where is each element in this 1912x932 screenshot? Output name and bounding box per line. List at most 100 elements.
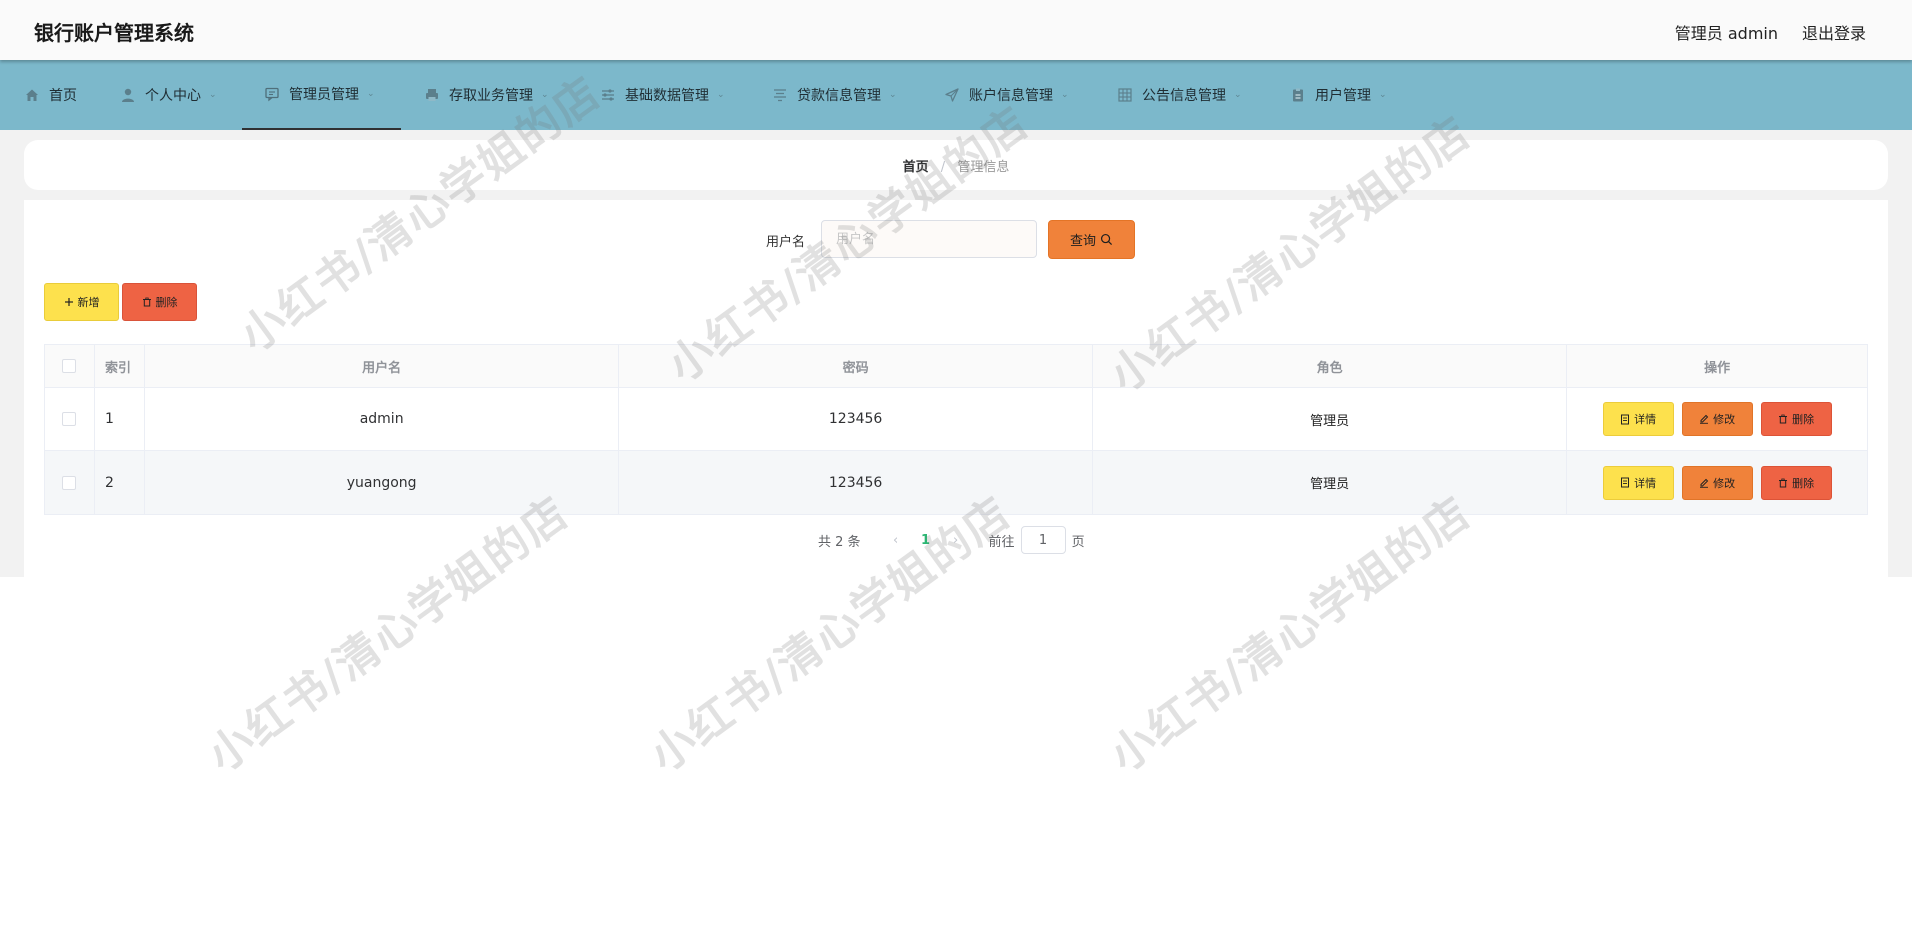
cell-actions: 详情 修改 删除 bbox=[1567, 451, 1867, 514]
prev-page-icon[interactable]: ‹ bbox=[881, 533, 911, 548]
nav-item-account-info[interactable]: 账户信息管理 ⌄ bbox=[944, 60, 1069, 130]
bulk-delete-button[interactable]: 删除 bbox=[122, 283, 197, 321]
nav-item-label: 首页 bbox=[49, 88, 77, 104]
cell-index: 1 bbox=[95, 388, 145, 450]
column-header-role: 角色 bbox=[1093, 345, 1568, 387]
row-checkbox[interactable] bbox=[62, 412, 77, 426]
cell-actions: 详情 修改 删除 bbox=[1567, 388, 1867, 450]
delete-button-label: 删除 bbox=[1792, 476, 1815, 490]
chevron-down-icon: ⌄ bbox=[1379, 90, 1387, 100]
column-header-password: 密码 bbox=[619, 345, 1093, 387]
edit-icon bbox=[1699, 478, 1709, 488]
clipboard-icon bbox=[1290, 87, 1306, 103]
trash-icon bbox=[142, 297, 152, 307]
row-select-cell bbox=[45, 451, 95, 514]
logout-link[interactable]: 退出登录 bbox=[1802, 20, 1866, 44]
edit-icon bbox=[1699, 414, 1709, 424]
chevron-down-icon: ⌄ bbox=[209, 90, 217, 100]
breadcrumb-separator: / bbox=[940, 160, 946, 175]
search-label: 用户名 bbox=[766, 235, 806, 250]
select-all-checkbox[interactable] bbox=[62, 359, 77, 373]
search-button[interactable]: 查询 bbox=[1048, 220, 1135, 259]
send-icon bbox=[944, 87, 960, 103]
document-icon bbox=[1620, 477, 1630, 488]
chevron-down-icon: ⌄ bbox=[367, 89, 375, 99]
column-header-actions: 操作 bbox=[1704, 360, 1731, 376]
breadcrumb-home[interactable]: 首页 bbox=[903, 160, 929, 175]
search-button-label: 查询 bbox=[1069, 234, 1096, 249]
trash-icon bbox=[1778, 478, 1788, 488]
edit-button[interactable]: 修改 bbox=[1681, 402, 1753, 436]
plus-icon bbox=[64, 297, 74, 307]
nav-item-label: 管理员管理 bbox=[289, 87, 359, 103]
breadcrumb: 首页 / 管理信息 bbox=[24, 156, 1888, 175]
sliders-icon bbox=[600, 87, 616, 103]
nav-item-deposit-withdraw[interactable]: 存取业务管理 ⌄ bbox=[424, 60, 549, 130]
username-search-input[interactable] bbox=[821, 220, 1037, 258]
nav-item-label: 贷款信息管理 bbox=[797, 88, 881, 104]
cell-index: 2 bbox=[95, 451, 145, 514]
page-number-current[interactable]: 1 bbox=[911, 533, 941, 548]
row-select-cell bbox=[45, 388, 95, 450]
column-header-index: 索引 bbox=[95, 345, 145, 387]
cell-password: 123456 bbox=[619, 388, 1093, 450]
chevron-down-icon: ⌄ bbox=[1061, 90, 1069, 100]
next-page-icon[interactable]: › bbox=[941, 533, 971, 548]
detail-button-label: 详情 bbox=[1634, 413, 1657, 426]
edit-button-label: 修改 bbox=[1713, 413, 1736, 426]
current-user-label: 管理员 admin bbox=[1674, 24, 1778, 43]
grid-icon bbox=[1117, 87, 1133, 103]
delete-button[interactable]: 删除 bbox=[1760, 402, 1832, 436]
nav-item-label: 账户信息管理 bbox=[969, 88, 1053, 104]
delete-button-label: 删除 bbox=[1792, 413, 1815, 426]
nav-item-label: 个人中心 bbox=[145, 88, 201, 104]
row-checkbox[interactable] bbox=[62, 475, 77, 490]
nav-item-loan-info[interactable]: 贷款信息管理 ⌄ bbox=[772, 60, 897, 130]
nav-item-label: 公告信息管理 bbox=[1142, 88, 1226, 104]
cell-username: admin bbox=[145, 388, 620, 450]
search-icon bbox=[1100, 233, 1113, 246]
edit-button[interactable]: 修改 bbox=[1681, 465, 1753, 500]
nav-item-personal-center[interactable]: 个人中心 ⌄ bbox=[120, 60, 217, 130]
cell-password: 123456 bbox=[619, 451, 1093, 514]
cell-role: 管理员 bbox=[1093, 451, 1568, 514]
printer-icon bbox=[424, 87, 440, 103]
add-button[interactable]: 新增 bbox=[44, 283, 119, 321]
home-icon bbox=[24, 87, 40, 103]
trash-icon bbox=[1778, 414, 1788, 424]
table-header: 索引 用户名 密码 角色 操作 bbox=[45, 345, 1867, 388]
detail-button[interactable]: 详情 bbox=[1602, 465, 1674, 500]
pagination: 共 2 条 ‹ 1 › 前往 页 bbox=[818, 526, 1085, 554]
cell-username: yuangong bbox=[145, 451, 620, 514]
detail-button[interactable]: 详情 bbox=[1602, 402, 1674, 436]
document-icon bbox=[1620, 414, 1630, 425]
nav-item-admin-management[interactable]: 管理员管理 ⌄ bbox=[242, 60, 401, 130]
user-icon bbox=[120, 87, 136, 103]
goto-page-input[interactable] bbox=[1020, 526, 1066, 554]
nav-item-base-data[interactable]: 基础数据管理 ⌄ bbox=[600, 60, 725, 130]
page-suffix: 页 bbox=[1071, 534, 1085, 550]
nav-item-label: 用户管理 bbox=[1315, 88, 1371, 104]
pagination-total: 共 2 条 bbox=[818, 534, 861, 550]
delete-button[interactable]: 删除 bbox=[1760, 465, 1832, 500]
goto-label: 前往 bbox=[988, 534, 1015, 550]
main-nav: 首页 个人中心 ⌄ 管理员管理 ⌄ 存取业务管理 ⌄ 基础数据管理 ⌄ 贷款信息… bbox=[0, 60, 1912, 130]
chevron-down-icon: ⌄ bbox=[889, 90, 897, 100]
table-row: 1 admin 123456 管理员 详情 修改 删除 bbox=[45, 388, 1867, 451]
cell-role: 管理员 bbox=[1093, 388, 1568, 450]
add-button-label: 新增 bbox=[77, 296, 100, 309]
nav-item-notice-info[interactable]: 公告信息管理 ⌄ bbox=[1117, 60, 1242, 130]
nav-item-label: 存取业务管理 bbox=[449, 88, 533, 104]
edit-button-label: 修改 bbox=[1713, 476, 1736, 490]
nav-item-user-management[interactable]: 用户管理 ⌄ bbox=[1290, 60, 1387, 130]
chat-icon bbox=[264, 86, 280, 102]
nav-item-home[interactable]: 首页 bbox=[24, 60, 77, 130]
breadcrumb-container: 首页 / 管理信息 bbox=[24, 140, 1888, 190]
app-title: 银行账户管理系统 bbox=[34, 21, 194, 45]
main-panel: 用户名 查询 新增 删除 索引 用户名 密码 角色 操作 bbox=[24, 200, 1888, 577]
nav-item-label: 基础数据管理 bbox=[625, 88, 709, 104]
column-header-username: 用户名 bbox=[145, 345, 620, 387]
chevron-down-icon: ⌄ bbox=[541, 90, 549, 100]
breadcrumb-current: 管理信息 bbox=[957, 160, 1010, 175]
chevron-down-icon: ⌄ bbox=[717, 90, 725, 100]
